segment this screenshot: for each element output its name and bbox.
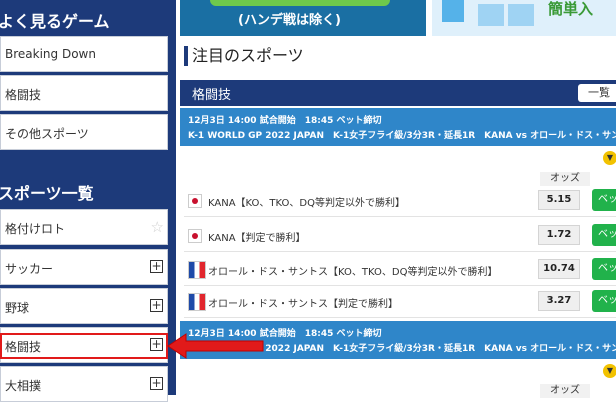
- sports-list-title: スポーツ一覧: [0, 184, 94, 203]
- japan-flag-icon: [188, 194, 202, 208]
- plus-icon[interactable]: +: [150, 299, 163, 312]
- match-time: 12月3日 14:00 試合開始 18:45 ベット締切: [188, 329, 382, 339]
- banner-text: (ハンデ戦は除く): [238, 13, 341, 28]
- odds-row: オロール・ドス・サントス【判定で勝利】 3.27 ベッ: [184, 287, 616, 318]
- sidebar-item-label: その他スポーツ: [5, 127, 89, 141]
- sidebar-item-label: サッカー: [5, 262, 54, 276]
- sidebar: よく見るゲーム Breaking Down 格闘技 その他スポーツ スポーツ一覧…: [0, 0, 176, 402]
- odds-value: 1.72: [538, 225, 580, 245]
- chevron-down-icon[interactable]: ▼: [603, 151, 616, 165]
- match-time: 12月3日 14:00 試合開始 18:45 ベット締切: [188, 116, 382, 126]
- plus-icon[interactable]: +: [150, 260, 163, 273]
- promo-banner-left[interactable]: (ハンデ戦は除く): [180, 0, 426, 36]
- sidebar-item-baseball[interactable]: 野球 +: [0, 288, 168, 324]
- chevron-down-icon[interactable]: ▼: [603, 364, 616, 378]
- main-content: (ハンデ戦は除く) 簡単入 注目のスポーツ 格闘技 一覧 12月3日 14:00…: [176, 0, 616, 398]
- list-button[interactable]: 一覧: [578, 84, 616, 102]
- popular-games-title: よく見るゲーム: [0, 12, 110, 31]
- odds-header: オッズ: [540, 172, 590, 186]
- japan-flag-icon: [188, 229, 202, 243]
- banner-shape: [508, 4, 534, 26]
- outcome-name: オロール・ドス・サントス【KO、TKO、DQ等判定以外で勝利】: [208, 267, 498, 278]
- banner-text: 簡単入: [548, 0, 594, 18]
- bet-button[interactable]: ベッ: [592, 189, 616, 211]
- featured-sports-title: 注目のスポーツ: [184, 46, 304, 66]
- sidebar-item-martial-arts[interactable]: 格闘技: [0, 75, 168, 111]
- odds-row: KANA【KO、TKO、DQ等判定以外で勝利】 5.15 ベッ: [184, 186, 616, 217]
- match-event: K-1 WORLD GP 2022 JAPAN K-1女子フライ級/3分3R・延…: [188, 131, 616, 141]
- banner-shape: [442, 0, 464, 22]
- sidebar-item-ranking-lotto[interactable]: 格付けロト ☆: [0, 209, 168, 245]
- plus-icon[interactable]: +: [150, 377, 163, 390]
- odds-value: 3.27: [538, 291, 580, 311]
- match-event: K-1 WORLD GP 2022 JAPAN K-1女子フライ級/3分3R・延…: [188, 344, 616, 354]
- sidebar-item-label: 格闘技: [5, 88, 42, 102]
- odds-header: オッズ: [540, 384, 590, 398]
- category-label: 格闘技: [192, 88, 232, 103]
- sidebar-item-label: Breaking Down: [5, 47, 96, 61]
- banner-shape: [478, 4, 504, 26]
- star-icon[interactable]: ☆: [151, 218, 164, 236]
- promo-banner-right[interactable]: 簡単入: [432, 0, 616, 36]
- odds-row: オロール・ドス・サントス【KO、TKO、DQ等判定以外で勝利】 10.74 ベッ: [184, 255, 616, 286]
- outcome-name: KANA【KO、TKO、DQ等判定以外で勝利】: [208, 198, 405, 209]
- outcome-name: KANA【判定で勝利】: [208, 233, 306, 244]
- france-flag-icon: [188, 293, 206, 311]
- match-header[interactable]: 12月3日 14:00 試合開始 18:45 ベット締切 K-1 WORLD G…: [180, 321, 616, 359]
- odds-value: 5.15: [538, 190, 580, 210]
- odds-row: KANA【判定で勝利】 1.72 ベッ: [184, 221, 616, 252]
- highlight-box: [0, 333, 168, 359]
- sidebar-item-label: 野球: [5, 301, 30, 315]
- sidebar-item-other-sports[interactable]: その他スポーツ: [0, 114, 168, 150]
- sidebar-item-label: 大相撲: [5, 379, 42, 393]
- sidebar-item-label: 格付けロト: [5, 222, 66, 236]
- sidebar-item-breaking-down[interactable]: Breaking Down: [0, 36, 168, 72]
- bet-button[interactable]: ベッ: [592, 224, 616, 246]
- bet-button[interactable]: ベッ: [592, 258, 616, 280]
- outcome-name: オロール・ドス・サントス【判定で勝利】: [208, 299, 398, 310]
- france-flag-icon: [188, 261, 206, 279]
- sidebar-item-sumo[interactable]: 大相撲 +: [0, 366, 168, 402]
- odds-value: 10.74: [538, 259, 580, 279]
- sidebar-item-soccer[interactable]: サッカー +: [0, 249, 168, 285]
- banner-decoration: [210, 0, 390, 6]
- category-bar: 格闘技 一覧: [180, 80, 616, 106]
- bet-button[interactable]: ベッ: [592, 290, 616, 312]
- match-header[interactable]: 12月3日 14:00 試合開始 18:45 ベット締切 K-1 WORLD G…: [180, 108, 616, 146]
